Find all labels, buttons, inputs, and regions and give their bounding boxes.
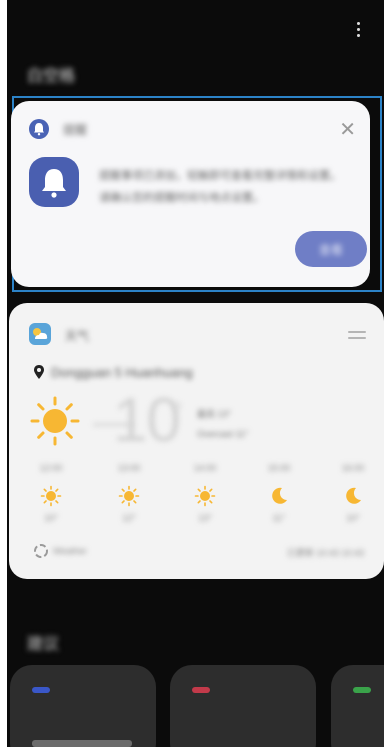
notification-text-line2: 请确认您的提醒时间与地点设置。 <box>99 192 264 204</box>
suggestion-card[interactable] <box>10 665 156 747</box>
forecast-item: 13:00 12° <box>109 463 149 523</box>
more-vertical-icon[interactable] <box>352 22 364 42</box>
section-title: 白空格 <box>27 68 76 85</box>
section2-title: 建议 <box>27 636 60 653</box>
sun-icon <box>118 485 140 507</box>
forecast-time: 13:00 <box>117 463 141 473</box>
notification-action-button[interactable]: 查看 <box>295 231 367 267</box>
forecast-temp: 13° <box>198 513 212 523</box>
provider-logo-icon <box>34 544 48 558</box>
forecast-temp: 10° <box>44 513 58 523</box>
moon-icon <box>346 487 361 504</box>
forecast-temp: 11° <box>272 513 286 523</box>
card-line <box>32 740 132 747</box>
card-tag <box>353 687 371 693</box>
card-tag <box>32 687 50 693</box>
temperature-high-low: 最高 13° <box>197 409 232 419</box>
forecast-item: 12:00 10° <box>31 463 71 523</box>
sun-icon <box>30 396 80 446</box>
weather-detail: Overcast 11° <box>197 429 249 439</box>
weather-app-icon <box>29 323 51 345</box>
suggestion-card[interactable] <box>170 665 316 747</box>
notification-app-name: 提醒 <box>63 123 88 137</box>
notification-text-line1: 提醒事项已添加，轻触即可查看完整详情和设置。 <box>99 170 341 182</box>
hourly-forecast: 12:00 10° 13:00 12° 14:00 13° 15:00 11° … <box>27 463 367 527</box>
bell-icon <box>29 157 79 207</box>
forecast-temp: 12° <box>122 513 136 523</box>
location-pin-icon <box>34 365 44 379</box>
forecast-item: 15:00 11° <box>259 463 299 523</box>
forecast-time: 12:00 <box>39 463 63 473</box>
current-temperature: 10 <box>113 386 181 455</box>
notification-action-label: 查看 <box>318 242 343 257</box>
forecast-item: 16:00 10° <box>333 463 373 523</box>
forecast-item: 14:00 13° <box>185 463 225 523</box>
weather-app-name: 天气 <box>65 329 90 343</box>
notification-card[interactable]: 提醒 ✕ 提醒事项已添加，轻触即可查看完整详情和设置。 请确认您的提醒时间与地点… <box>11 101 370 287</box>
close-icon[interactable]: ✕ <box>339 117 356 142</box>
forecast-temp: 10° <box>346 513 360 523</box>
temperature-degree: ° <box>173 398 183 425</box>
forecast-time: 16:00 <box>341 463 365 473</box>
weather-location: Dongguan 5 Huanhuang <box>51 365 193 380</box>
weather-provider: Weather <box>53 546 87 556</box>
weather-card[interactable]: 天气 Dongguan 5 Huanhuang — 10 ° 最高 13° Ov… <box>9 303 384 579</box>
suggestion-card[interactable] <box>331 665 384 747</box>
drag-handle-icon[interactable] <box>348 331 366 343</box>
card-tag <box>192 687 210 693</box>
bell-icon <box>29 119 49 139</box>
forecast-time: 15:00 <box>267 463 291 473</box>
sun-icon <box>194 485 216 507</box>
moon-icon <box>272 487 287 504</box>
home-screen: 白空格 提醒 ✕ 提醒事项已添加，轻触即可查看完整详情和设置。 请确认您的提醒时… <box>7 0 384 747</box>
sun-icon <box>40 485 62 507</box>
forecast-time: 14:00 <box>193 463 217 473</box>
weather-updated-time: 已更新 10:43 10:43 <box>286 548 364 558</box>
